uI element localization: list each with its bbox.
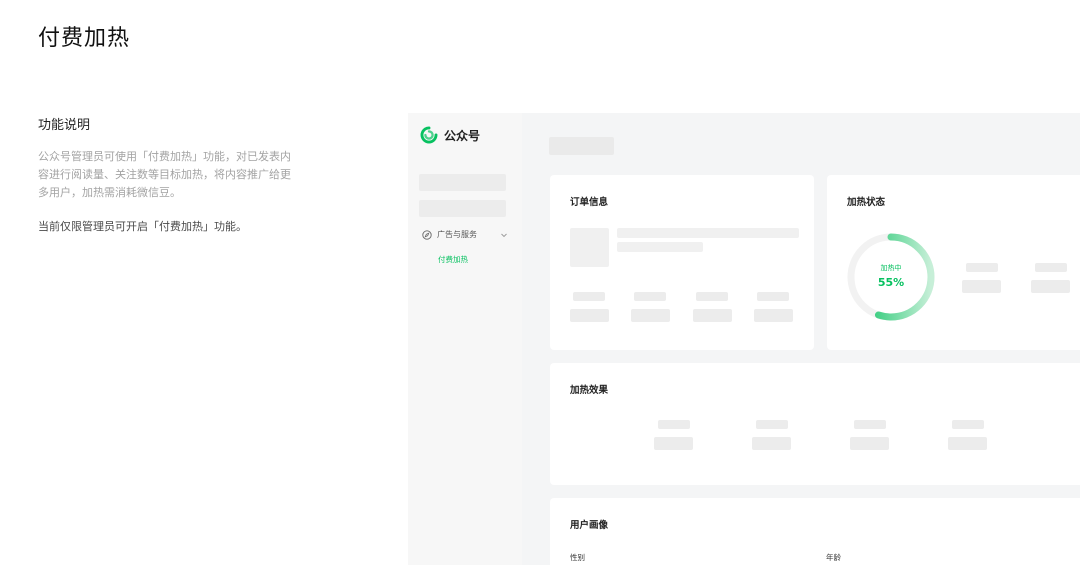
stat-label-placeholder: [756, 420, 788, 429]
description-heading: 功能说明: [38, 118, 91, 133]
stat-value-placeholder: [1031, 280, 1070, 293]
heat-status-card: 加热状态 加热中 55%: [827, 175, 1080, 350]
sidebar-item-paid-boost[interactable]: 付费加热: [438, 254, 468, 265]
description-note: 当前仅限管理员可开启「付费加热」功能。: [38, 220, 247, 233]
order-info-title: 订单信息: [570, 197, 609, 208]
heat-progress-label: 加热中: [880, 264, 902, 272]
stat-value-placeholder: [752, 437, 791, 450]
order-info-card: 订单信息: [550, 175, 814, 350]
page-title: 付费加热: [38, 26, 131, 51]
description-body: 公众号管理员可使用「付费加热」功能，对已发表内容进行阅读量、关注数等目标加热，将…: [38, 150, 291, 199]
feature-preview-mockup: 公众号 广告与服务 付费加热 订单信息 加热状态 加热中 55% 加热效果 用户…: [408, 113, 1080, 565]
heat-progress-ring: 加热中 55%: [845, 231, 937, 323]
stat-label-placeholder: [966, 263, 998, 272]
mockup-brand-name: 公众号: [444, 128, 481, 143]
age-label: 年龄: [826, 553, 841, 562]
mockup-brand: 公众号: [420, 126, 480, 144]
user-profile-title: 用户画像: [570, 520, 609, 531]
heat-effect-card: 加热效果: [550, 363, 1080, 485]
sidebar-placeholder: [419, 174, 506, 191]
stat-value-placeholder: [948, 437, 987, 450]
stat-label-placeholder: [573, 292, 605, 301]
text-placeholder: [617, 242, 703, 252]
thumbnail-placeholder: [570, 228, 609, 267]
stat-value-placeholder: [631, 309, 670, 322]
user-profile-card: 用户画像 性别 年龄: [550, 498, 1080, 565]
stat-value-placeholder: [693, 309, 732, 322]
stat-value-placeholder: [850, 437, 889, 450]
stat-value-placeholder: [654, 437, 693, 450]
stat-label-placeholder: [1035, 263, 1067, 272]
text-placeholder: [617, 228, 799, 238]
gender-label: 性别: [570, 553, 585, 562]
stat-value-placeholder: [962, 280, 1001, 293]
chevron-down-icon: [501, 233, 507, 237]
sidebar-placeholder: [419, 200, 506, 217]
stat-value-placeholder: [754, 309, 793, 322]
stat-label-placeholder: [658, 420, 690, 429]
stat-label-placeholder: [854, 420, 886, 429]
stat-label-placeholder: [952, 420, 984, 429]
mockup-sidebar: 公众号 广告与服务 付费加热: [408, 113, 522, 565]
header-placeholder: [549, 137, 614, 155]
heat-progress-value: 55%: [877, 276, 905, 289]
stat-label-placeholder: [696, 292, 728, 301]
wechat-official-account-logo-icon: [420, 126, 438, 144]
stat-label-placeholder: [757, 292, 789, 301]
sidebar-group-label: 广告与服务: [437, 230, 477, 239]
stat-value-placeholder: [570, 309, 609, 322]
stat-label-placeholder: [634, 292, 666, 301]
compass-icon: [422, 229, 432, 240]
sidebar-group-ads-services[interactable]: 广告与服务: [422, 229, 508, 240]
heat-effect-title: 加热效果: [570, 385, 609, 396]
heat-status-title: 加热状态: [847, 197, 886, 208]
